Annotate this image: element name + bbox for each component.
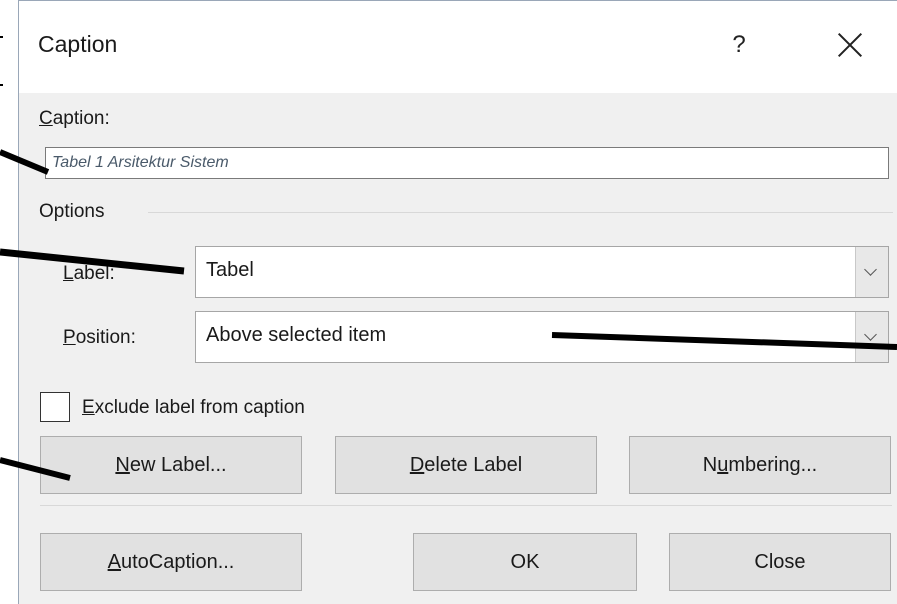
edge-tick-mid [0, 84, 3, 86]
chevron-down-icon[interactable] [855, 247, 888, 297]
title-bar: Caption ? [19, 1, 897, 93]
options-divider [148, 212, 893, 213]
close-button[interactable]: Close [669, 533, 891, 591]
caption-input[interactable]: Tabel 1 Arsitektur Sistem [45, 147, 889, 179]
dialog-title: Caption [38, 31, 118, 57]
exclude-label-checkbox[interactable] [40, 392, 70, 422]
label-dropdown[interactable]: Tabel [195, 246, 889, 298]
autocaption-button[interactable]: AutoCaption... [40, 533, 302, 591]
options-group-label: Options [39, 201, 105, 222]
close-icon[interactable] [834, 29, 866, 61]
button-divider [40, 505, 892, 506]
ok-button[interactable]: OK [413, 533, 637, 591]
edge-tick-top [0, 36, 3, 38]
chevron-down-icon[interactable] [855, 312, 888, 362]
caption-label: Caption: [39, 108, 110, 129]
label-field-label: Label: [63, 263, 115, 284]
position-field-label: Position: [63, 327, 136, 348]
position-dropdown-value: Above selected item [206, 324, 387, 346]
new-label-button[interactable]: New Label... [40, 436, 302, 494]
position-dropdown[interactable]: Above selected item [195, 311, 889, 363]
caption-dialog: Caption ? Caption: Tabel 1 Arsitektur Si… [18, 0, 897, 604]
exclude-label-text: Exclude label from caption [82, 397, 305, 418]
help-button[interactable]: ? [722, 23, 756, 67]
label-dropdown-value: Tabel [206, 259, 254, 281]
delete-label-button[interactable]: Delete Label [335, 436, 597, 494]
numbering-button[interactable]: Numbering... [629, 436, 891, 494]
